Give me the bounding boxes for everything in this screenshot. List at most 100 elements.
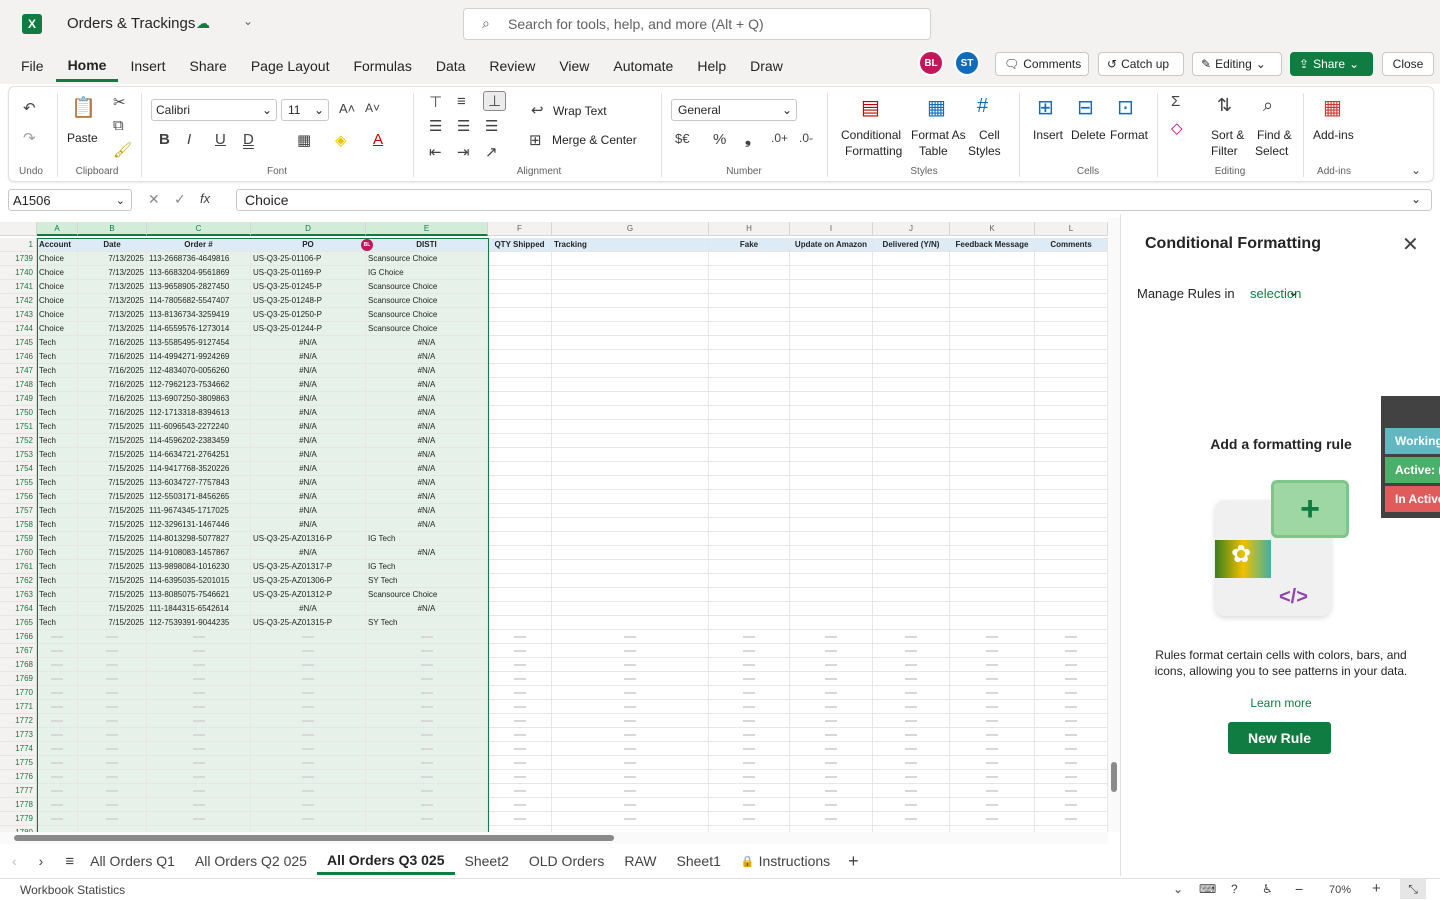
table-cell[interactable] xyxy=(1035,336,1108,350)
table-cell[interactable] xyxy=(488,672,552,686)
table-cell[interactable] xyxy=(709,574,790,588)
table-cell[interactable]: 112-5503171-8456265 xyxy=(147,490,251,504)
menu-tab-share[interactable]: Share xyxy=(177,50,238,82)
table-cell[interactable] xyxy=(552,630,709,644)
table-cell[interactable] xyxy=(78,672,147,686)
table-cell[interactable]: Tech xyxy=(37,476,78,490)
table-cell[interactable]: Tech xyxy=(37,490,78,504)
table-cell[interactable]: Tech xyxy=(37,462,78,476)
table-cell[interactable] xyxy=(709,294,790,308)
table-cell[interactable]: Scansource Choice xyxy=(366,252,488,266)
table-cell[interactable]: Choice xyxy=(37,266,78,280)
table-cell[interactable]: 113-6034727-7757843 xyxy=(147,476,251,490)
column-header[interactable]: F xyxy=(488,222,552,236)
column-header[interactable]: J xyxy=(873,222,950,236)
table-cell[interactable] xyxy=(366,672,488,686)
row-number[interactable]: 1750 xyxy=(0,406,37,420)
table-cell[interactable] xyxy=(709,392,790,406)
table-cell[interactable] xyxy=(950,574,1035,588)
table-cell[interactable] xyxy=(1035,420,1108,434)
table-cell[interactable] xyxy=(488,546,552,560)
table-cell[interactable] xyxy=(709,490,790,504)
sort-filter-label1[interactable]: Sort & xyxy=(1211,128,1244,142)
table-cell[interactable] xyxy=(709,756,790,770)
table-cell[interactable] xyxy=(552,364,709,378)
table-cell[interactable]: Tech xyxy=(37,588,78,602)
table-cell[interactable]: US-Q3-25-AZ01312-P xyxy=(251,588,366,602)
table-cell[interactable]: US-Q3-25-01244-P xyxy=(251,322,366,336)
table-cell[interactable] xyxy=(1035,308,1108,322)
table-cell[interactable] xyxy=(790,490,873,504)
row-number[interactable]: 1771 xyxy=(0,700,37,714)
table-cell[interactable]: #N/A xyxy=(366,462,488,476)
table-cell[interactable] xyxy=(790,672,873,686)
table-cell[interactable] xyxy=(950,672,1035,686)
header-cell[interactable]: Fake xyxy=(709,238,790,252)
table-cell[interactable] xyxy=(488,756,552,770)
table-cell[interactable]: 114-7805682-5547407 xyxy=(147,294,251,308)
row-number[interactable]: 1740 xyxy=(0,266,37,280)
table-cell[interactable] xyxy=(873,812,950,826)
table-cell[interactable] xyxy=(366,784,488,798)
column-header[interactable]: G xyxy=(552,222,709,236)
table-cell[interactable] xyxy=(790,658,873,672)
table-cell[interactable] xyxy=(552,518,709,532)
table-cell[interactable] xyxy=(552,616,709,630)
avatar[interactable]: ST xyxy=(954,50,980,76)
table-cell[interactable] xyxy=(790,588,873,602)
table-cell[interactable]: #N/A xyxy=(251,476,366,490)
table-cell[interactable] xyxy=(552,252,709,266)
table-cell[interactable]: Scansource Choice xyxy=(366,588,488,602)
table-cell[interactable] xyxy=(1035,448,1108,462)
row-number[interactable]: 1779 xyxy=(0,812,37,826)
table-cell[interactable] xyxy=(790,630,873,644)
table-cell[interactable] xyxy=(790,798,873,812)
table-cell[interactable] xyxy=(78,686,147,700)
table-cell[interactable] xyxy=(950,476,1035,490)
table-cell[interactable] xyxy=(366,742,488,756)
table-cell[interactable]: Tech xyxy=(37,574,78,588)
table-cell[interactable] xyxy=(366,644,488,658)
table-cell[interactable] xyxy=(873,756,950,770)
table-cell[interactable] xyxy=(552,448,709,462)
accessibility-icon[interactable]: ♿ xyxy=(1262,882,1273,896)
chevron-down-icon[interactable]: ⌄ xyxy=(1173,882,1183,896)
table-cell[interactable] xyxy=(709,448,790,462)
table-cell[interactable] xyxy=(950,406,1035,420)
help-icon[interactable]: ? xyxy=(1231,882,1238,896)
menu-tab-help[interactable]: Help xyxy=(685,50,738,82)
table-cell[interactable] xyxy=(950,798,1035,812)
table-cell[interactable] xyxy=(251,770,366,784)
spreadsheet-grid[interactable]: A B C D E F G H I J K L 1 Account Date Order # PO DISTI QT… xyxy=(0,222,1108,832)
table-cell[interactable]: Tech xyxy=(37,532,78,546)
table-cell[interactable] xyxy=(366,658,488,672)
table-cell[interactable]: #N/A xyxy=(251,462,366,476)
table-cell[interactable] xyxy=(709,518,790,532)
table-cell[interactable]: US-Q3-25-AZ01306-P xyxy=(251,574,366,588)
table-cell[interactable] xyxy=(366,728,488,742)
table-cell[interactable] xyxy=(147,798,251,812)
table-cell[interactable]: #N/A xyxy=(366,350,488,364)
table-cell[interactable] xyxy=(366,812,488,826)
table-cell[interactable]: 111-1844315-6542614 xyxy=(147,602,251,616)
table-cell[interactable] xyxy=(251,686,366,700)
align-center-icon[interactable]: ☰ xyxy=(457,117,470,135)
table-cell[interactable]: Choice xyxy=(37,322,78,336)
table-cell[interactable]: Tech xyxy=(37,420,78,434)
row-number[interactable]: 1743 xyxy=(0,308,37,322)
expand-formula-bar-icon[interactable]: ⌄ xyxy=(1411,192,1421,206)
align-bottom-icon[interactable]: ⊥ xyxy=(483,91,507,111)
row-number[interactable]: 1758 xyxy=(0,518,37,532)
table-cell[interactable]: Choice xyxy=(37,252,78,266)
row-number[interactable]: 1763 xyxy=(0,588,37,602)
avatar[interactable]: BL xyxy=(918,50,944,76)
table-cell[interactable] xyxy=(552,490,709,504)
table-cell[interactable]: #N/A xyxy=(251,336,366,350)
sheet-tab[interactable]: All Orders Q2 025 xyxy=(185,847,317,875)
vertical-scrollbar[interactable] xyxy=(1108,218,1120,832)
table-cell[interactable] xyxy=(790,406,873,420)
decrease-indent-icon[interactable]: ⇤ xyxy=(429,143,442,161)
table-cell[interactable] xyxy=(709,252,790,266)
table-cell[interactable] xyxy=(488,280,552,294)
table-cell[interactable] xyxy=(873,672,950,686)
